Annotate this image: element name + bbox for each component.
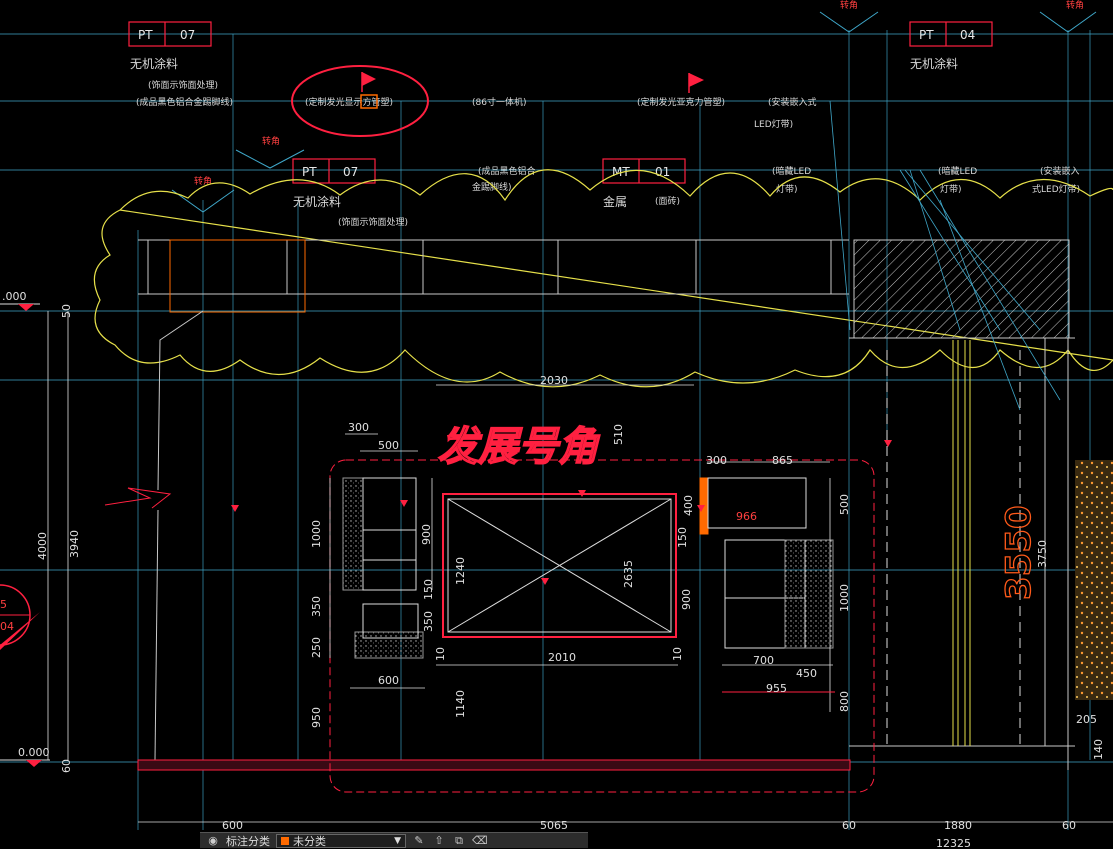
dimension-label: 250 <box>310 637 323 658</box>
annotation-note: (定制发光亚克力管塑) <box>637 96 725 108</box>
level-label: .000 <box>2 290 27 303</box>
dimension-label: 800 <box>838 691 851 712</box>
dimension-label: 350 <box>422 611 435 632</box>
cad-drawing-canvas[interactable]: PT 07 PT 04 PT 07 MT 01 无机涂料 无机涂料 无机涂料 金… <box>0 0 1113 848</box>
dimension-label: 955 <box>766 682 787 695</box>
dimension-label: 60 <box>1062 819 1076 832</box>
textured-panel <box>1075 460 1113 700</box>
dimension-label: 1240 <box>454 557 467 585</box>
dimension-label: 4000 <box>36 532 49 560</box>
dimension-label: 600 <box>378 674 399 687</box>
tag-code: PT <box>919 28 934 42</box>
dimension-label: 300 <box>348 421 369 434</box>
dimension-label: 1140 <box>454 690 467 718</box>
dimension-label: 60 <box>842 819 856 832</box>
annotation-note: (成品黑色铝合金踢脚线) <box>136 96 233 108</box>
annotation-note: (安装嵌入 <box>1040 165 1080 177</box>
dimension-label: 150 <box>422 579 435 600</box>
annotation-note: (86寸一体机) <box>472 96 526 108</box>
layer-dropdown[interactable]: 未分类 ▼ <box>276 833 406 848</box>
annotation-note: 金踢脚线) <box>472 181 512 193</box>
dimension-label: 2635 <box>622 560 635 588</box>
dimension-label: 865 <box>772 454 793 467</box>
upload-icon[interactable]: ⇧ <box>432 834 446 847</box>
tag-number: 07 <box>180 28 195 42</box>
dimension-label: 950 <box>310 707 323 728</box>
dimension-label: 1000 <box>310 520 323 548</box>
annotation-note: (定制发光显示方管塑) <box>305 96 393 108</box>
annotation-note: (面砖) <box>655 195 680 207</box>
dimension-label: 400 <box>682 495 695 516</box>
dimension-label: 60 <box>60 759 73 773</box>
hatched-block <box>853 239 1070 339</box>
annotation-note: LED灯带) <box>754 119 793 130</box>
copy-icon[interactable]: ⧉ <box>452 834 466 847</box>
annotation-note: (饰面示饰面处理) <box>148 79 218 91</box>
dimension-label: 140 <box>1092 739 1105 760</box>
layer-color-swatch <box>281 836 289 845</box>
bottom-toolbar: ◉ 标注分类 未分类 ▼ ✎ ⇧ ⧉ ⌫ <box>200 832 588 848</box>
annotation-note: 灯带) <box>776 184 798 195</box>
dimension-label: 2010 <box>548 651 576 664</box>
tag-number: 07 <box>343 165 358 179</box>
large-dimension: 3550 <box>999 505 1039 600</box>
dimension-label: 150 <box>676 527 689 548</box>
dimension-label: 966 <box>736 510 757 523</box>
dimension-label: 900 <box>680 589 693 610</box>
corner-label: 转角 <box>262 135 280 147</box>
dimension-label: 350 <box>310 596 323 617</box>
dimension-label: 500 <box>838 494 851 515</box>
material-label: 无机涂料 <box>130 56 178 71</box>
dimension-label: 1880 <box>944 819 972 832</box>
tag-code: PT <box>302 165 317 179</box>
corner-label: 转角 <box>840 0 858 11</box>
dimension-label: 3940 <box>68 530 81 558</box>
dimension-label: 700 <box>753 654 774 667</box>
annotation-note: (饰面示饰面处理) <box>338 216 408 228</box>
level-label: 0.000 <box>18 746 50 759</box>
material-label: 无机涂料 <box>910 56 958 71</box>
tag-number: 04 <box>960 28 975 42</box>
annotation-settings-icon[interactable]: ◉ <box>206 834 220 847</box>
dimension-label: 450 <box>796 667 817 680</box>
tag-code: PT <box>138 28 153 42</box>
edit-icon[interactable]: ✎ <box>412 834 426 847</box>
material-label: 无机涂料 <box>293 194 341 209</box>
dimension-label: 510 <box>612 424 625 445</box>
layer-name: 未分类 <box>293 834 326 848</box>
dimension-label: 205 <box>1076 713 1097 726</box>
delete-icon[interactable]: ⌫ <box>472 834 488 847</box>
annotation-note: (暗藏LED <box>938 165 977 177</box>
section-sheet: 04 <box>0 620 14 633</box>
annotation-note: (安装嵌入式 <box>768 96 817 108</box>
annotation-note: 式LED灯带) <box>1032 183 1080 195</box>
dimension-label: 50 <box>60 304 73 318</box>
dimension-label: 3750 <box>1036 540 1049 568</box>
dimension-label: 1000 <box>838 584 851 612</box>
annotation-note: (成品黑色铝合 <box>478 165 536 177</box>
dimension-label: 5065 <box>540 819 568 832</box>
corner-label: 转角 <box>1066 0 1084 11</box>
floor-strip <box>137 759 851 771</box>
dimension-label: 10 <box>671 647 684 661</box>
toolbar-label: 标注分类 <box>226 834 270 848</box>
dimension-label: 300 <box>706 454 727 467</box>
material-label: 金属 <box>603 194 627 209</box>
stylized-title: 发展号角 <box>438 423 600 470</box>
dimension-label: 12325 <box>936 837 971 848</box>
dimension-label: 900 <box>420 524 433 545</box>
dimension-label: 600 <box>222 819 243 832</box>
dimension-label: 500 <box>378 439 399 452</box>
annotation-note: 灯带) <box>940 184 962 195</box>
chevron-down-icon: ▼ <box>394 835 401 846</box>
section-number: 5 <box>0 598 7 611</box>
dimension-label: 10 <box>434 647 447 661</box>
corner-label: 转角 <box>194 175 212 187</box>
dimension-label: 2030 <box>540 374 568 387</box>
annotation-note: (暗藏LED <box>772 165 811 177</box>
